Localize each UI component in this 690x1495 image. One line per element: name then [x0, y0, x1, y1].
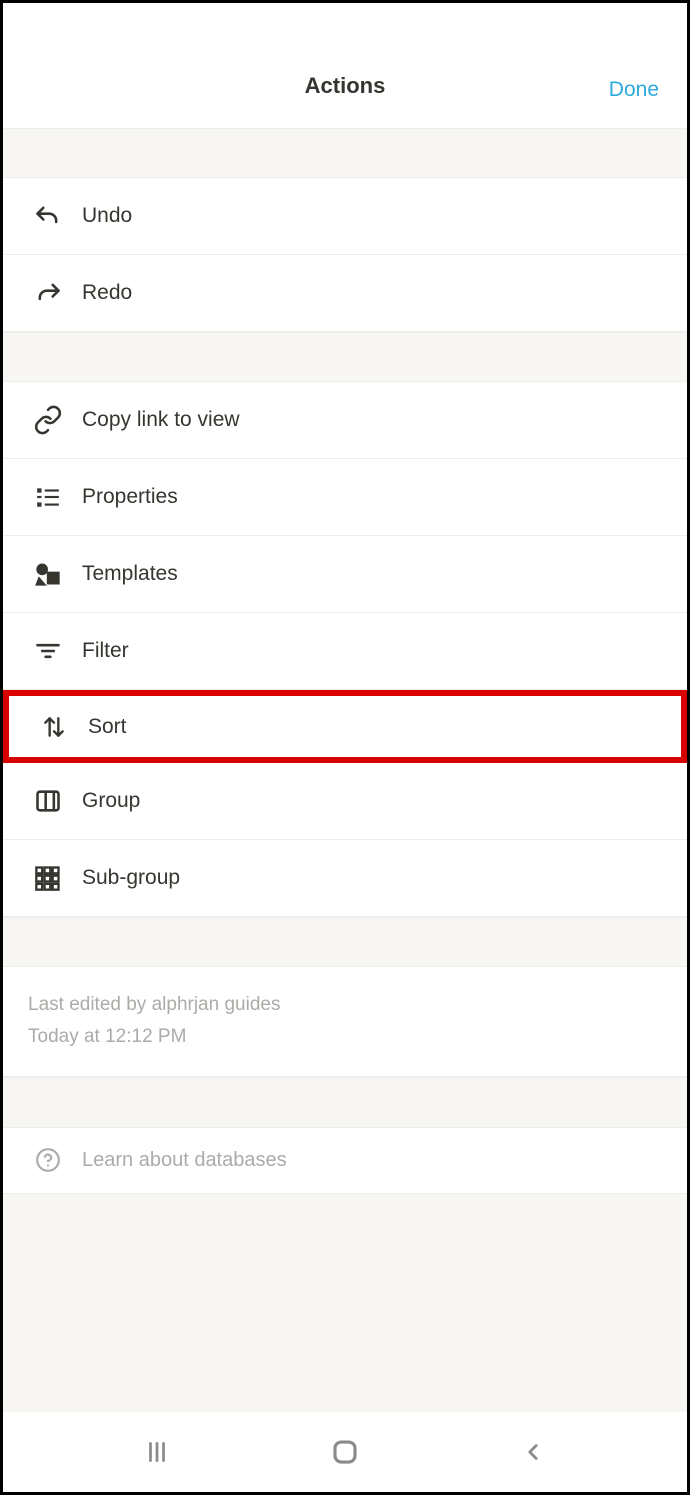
templates-icon [28, 554, 68, 594]
properties-label: Properties [82, 485, 178, 509]
filter-label: Filter [82, 639, 129, 663]
blank-area [3, 1194, 687, 1412]
learn-label: Learn about databases [82, 1149, 287, 1172]
sort-item[interactable]: Sort [3, 690, 687, 763]
page-title: Actions [305, 73, 386, 99]
group-item[interactable]: Group [3, 763, 687, 840]
meta-section: Last edited by alphrjan guides Today at … [3, 967, 687, 1077]
templates-label: Templates [82, 562, 178, 586]
sub-group-label: Sub-group [82, 866, 180, 890]
redo-icon [28, 273, 68, 313]
home-button[interactable] [325, 1432, 365, 1472]
link-icon [28, 400, 68, 440]
section-spacer [3, 128, 687, 178]
group-icon [28, 781, 68, 821]
sub-group-icon [28, 858, 68, 898]
group-label: Group [82, 789, 140, 813]
sort-icon [34, 707, 74, 747]
section-spacer [3, 917, 687, 967]
copy-link-item[interactable]: Copy link to view [3, 382, 687, 459]
section-spacer [3, 1077, 687, 1127]
undo-icon [28, 196, 68, 236]
learn-item[interactable]: Learn about databases [3, 1127, 687, 1194]
done-button[interactable]: Done [609, 78, 659, 102]
sort-label: Sort [88, 715, 127, 739]
edited-by-text: Last edited by alphrjan guides [28, 989, 662, 1021]
edited-time-text: Today at 12:12 PM [28, 1021, 662, 1053]
redo-label: Redo [82, 281, 132, 305]
redo-item[interactable]: Redo [3, 255, 687, 332]
android-nav-bar [3, 1412, 687, 1492]
copy-link-label: Copy link to view [82, 408, 240, 432]
properties-item[interactable]: Properties [3, 459, 687, 536]
section-spacer [3, 332, 687, 382]
templates-item[interactable]: Templates [3, 536, 687, 613]
sub-group-item[interactable]: Sub-group [3, 840, 687, 917]
properties-icon [28, 477, 68, 517]
header: Actions Done [3, 3, 687, 128]
help-icon [28, 1140, 68, 1180]
back-button[interactable] [513, 1432, 553, 1472]
undo-item[interactable]: Undo [3, 178, 687, 255]
filter-item[interactable]: Filter [3, 613, 687, 690]
recent-apps-button[interactable] [137, 1432, 177, 1472]
filter-icon [28, 631, 68, 671]
undo-label: Undo [82, 204, 132, 228]
